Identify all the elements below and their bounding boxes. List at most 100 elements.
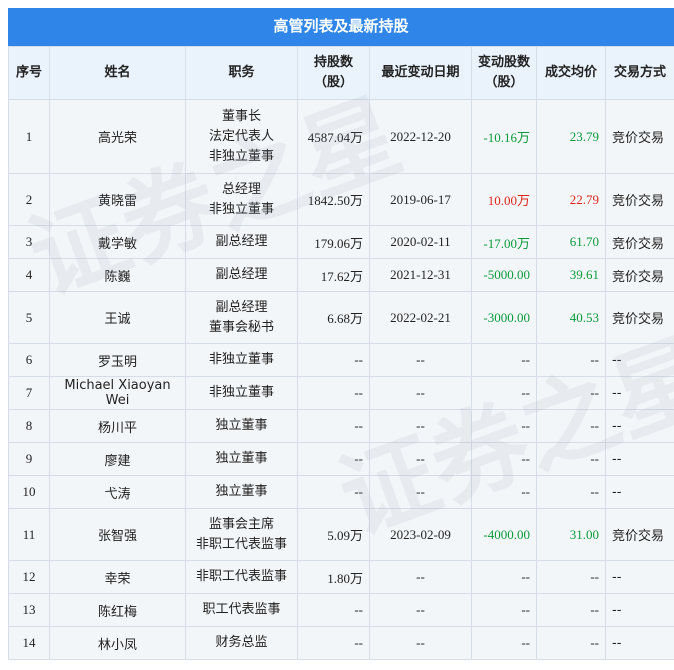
cell-price: 61.70 — [536, 225, 606, 259]
position-line: 董事会秘书 — [208, 319, 274, 335]
header-holding-line1: 持股数 — [313, 55, 353, 70]
position-line: 董事长 — [221, 108, 261, 124]
position-line: 总经理 — [221, 181, 261, 197]
cell-change: -17.00万 — [471, 225, 537, 259]
cell-change: -- — [471, 343, 537, 377]
header-avg-price: 成交均价 — [536, 46, 606, 100]
cell-price: -- — [536, 475, 606, 509]
cell-holding: 1842.50万 — [297, 173, 370, 226]
cell-holding: 179.06万 — [297, 225, 370, 259]
header-change-line2: （股） — [484, 75, 524, 90]
cell-name: 罗玉明 — [49, 343, 186, 377]
cell-name: 王诚 — [49, 291, 186, 344]
cell-position: 职工代表监事 — [185, 593, 298, 627]
executives-table: 序号 姓名 职务 持股数 （股） 最近变动日期 变动股数 （股） 成交均价 交易… — [8, 46, 674, 660]
cell-change: -10.16万 — [471, 99, 537, 174]
table-row: 11 张智强 监事会主席 非职工代表监事 5.09万 2023-02-09 -4000.00… — [8, 508, 674, 561]
cell-name: 黄晓雷 — [49, 173, 186, 226]
cell-price: -- — [536, 626, 606, 660]
table-row: 1 高光荣 董事长 法定代表人 非独立董事 4587.04万 2022-12-20 -10.1… — [8, 99, 674, 174]
cell-date: -- — [369, 376, 472, 410]
header-row: 序号 姓名 职务 持股数 （股） 最近变动日期 变动股数 （股） 成交均价 交易… — [8, 46, 674, 100]
cell-position: 副总经理 — [185, 225, 298, 259]
header-change-line1: 变动股数 — [477, 55, 530, 70]
cell-date: 2022-02-21 — [369, 291, 472, 344]
header-name: 姓名 — [49, 46, 186, 100]
cell-name: 林小凤 — [49, 626, 186, 660]
cell-name: 陈巍 — [49, 258, 186, 292]
cell-name: 幸荣 — [49, 560, 186, 594]
cell-change: 10.00万 — [471, 173, 537, 226]
cell-method: 竞价交易 — [605, 99, 674, 174]
cell-date: 2019-06-17 — [369, 173, 472, 226]
cell-position: 非独立董事 — [185, 343, 298, 377]
table-title: 高管列表及最新持股 — [8, 8, 674, 46]
cell-position: 财务总监 — [185, 626, 298, 660]
cell-name: 廖建 — [49, 442, 186, 476]
cell-name: 张智强 — [49, 508, 186, 561]
cell-change: -- — [471, 409, 537, 443]
cell-holding: -- — [297, 409, 370, 443]
position-line: 非职工代表监事 — [195, 536, 287, 552]
cell-seq: 6 — [8, 343, 50, 377]
cell-method: -- — [605, 442, 674, 476]
cell-seq: 14 — [8, 626, 50, 660]
cell-date: -- — [369, 626, 472, 660]
cell-holding: -- — [297, 376, 370, 410]
cell-method: 竞价交易 — [605, 508, 674, 561]
cell-holding: -- — [297, 442, 370, 476]
header-method: 交易方式 — [605, 46, 674, 100]
cell-position: 独立董事 — [185, 475, 298, 509]
header-position: 职务 — [185, 46, 298, 100]
cell-change: -- — [471, 475, 537, 509]
cell-change: -- — [471, 376, 537, 410]
table-row: 12 幸荣 非职工代表监事 1.80万 -- -- -- -- — [8, 560, 674, 594]
cell-holding: 17.62万 — [297, 258, 370, 292]
position-line: 监事会主席 — [208, 516, 274, 532]
cell-date: -- — [369, 593, 472, 627]
position-line: 副总经理 — [215, 299, 268, 315]
position-line: 副总经理 — [215, 234, 268, 249]
position-line: 独立董事 — [215, 451, 268, 466]
position-line: 独立董事 — [215, 418, 268, 433]
cell-change: -- — [471, 593, 537, 627]
position-line: 非独立董事 — [208, 385, 274, 400]
cell-position: 总经理 非独立董事 — [185, 173, 298, 226]
cell-price: 40.53 — [536, 291, 606, 344]
cell-holding: -- — [297, 626, 370, 660]
cell-seq: 9 — [8, 442, 50, 476]
cell-name: 戴学敏 — [49, 225, 186, 259]
cell-seq: 12 — [8, 560, 50, 594]
position-line: 独立董事 — [215, 484, 268, 499]
position-line: 财务总监 — [215, 635, 268, 650]
cell-name: 弋涛 — [49, 475, 186, 509]
cell-price: -- — [536, 442, 606, 476]
cell-price: -- — [536, 560, 606, 594]
cell-change: -- — [471, 442, 537, 476]
table-row: 8 杨川平 独立董事 -- -- -- -- -- — [8, 409, 674, 443]
cell-price: 23.79 — [536, 99, 606, 174]
cell-method: -- — [605, 593, 674, 627]
cell-date: -- — [369, 560, 472, 594]
cell-method: 竞价交易 — [605, 173, 674, 226]
position-line: 职工代表监事 — [202, 602, 281, 617]
position-line: 副总经理 — [215, 267, 268, 282]
cell-method: 竞价交易 — [605, 225, 674, 259]
table-row: 7 Michael Xiaoyan Wei 非独立董事 -- -- -- -- -- — [8, 376, 674, 410]
cell-position: 独立董事 — [185, 442, 298, 476]
cell-name: Michael Xiaoyan Wei — [49, 376, 186, 410]
cell-method: -- — [605, 626, 674, 660]
table-row: 5 王诚 副总经理 董事会秘书 6.68万 2022-02-21 -3000.00 40.53… — [8, 291, 674, 344]
cell-method: -- — [605, 560, 674, 594]
cell-seq: 13 — [8, 593, 50, 627]
table-row: 3 戴学敏 副总经理 179.06万 2020-02-11 -17.00万 61.70 竞价交… — [8, 225, 674, 259]
position-line: 非独立董事 — [208, 352, 274, 367]
cell-method: -- — [605, 409, 674, 443]
cell-position: 副总经理 — [185, 258, 298, 292]
table-row: 2 黄晓雷 总经理 非独立董事 1842.50万 2019-06-17 10.00万 22.7… — [8, 173, 674, 226]
cell-price: 39.61 — [536, 258, 606, 292]
header-change: 变动股数 （股） — [471, 46, 537, 100]
cell-holding: 4587.04万 — [297, 99, 370, 174]
cell-holding: 1.80万 — [297, 560, 370, 594]
cell-change: -5000.00 — [471, 258, 537, 292]
